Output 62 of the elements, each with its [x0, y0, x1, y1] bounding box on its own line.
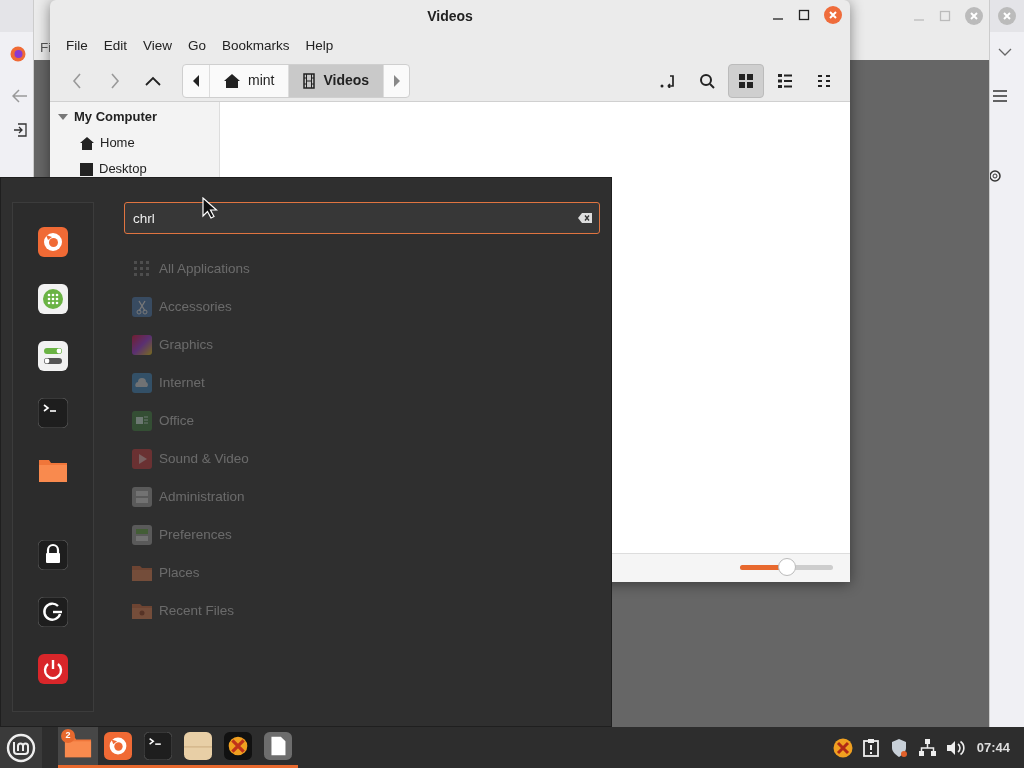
power-icon[interactable] [38, 654, 68, 684]
menu-item[interactable]: View [135, 35, 181, 57]
menu-item[interactable]: File [58, 35, 96, 57]
film-icon [303, 72, 316, 89]
x-circle-icon[interactable] [832, 737, 853, 758]
menu-icon[interactable] [993, 90, 1007, 102]
location-toggle-icon[interactable] [660, 73, 676, 88]
sign-in-icon[interactable] [13, 123, 27, 137]
count-badge: 2 [61, 729, 75, 743]
scissors-icon [132, 297, 152, 317]
toggles-icon [132, 525, 152, 545]
search-icon[interactable] [699, 72, 715, 89]
network-icon[interactable] [916, 737, 937, 758]
slider-thumb[interactable] [777, 558, 796, 576]
office-icon [132, 411, 152, 431]
sidebar-item[interactable]: Home [100, 133, 135, 153]
list-view-icon [777, 72, 793, 89]
chevron-down-icon[interactable] [998, 48, 1012, 57]
terminal-icon[interactable] [38, 398, 68, 428]
mint-logo-icon[interactable] [6, 732, 36, 763]
search-field[interactable]: chrl [124, 202, 600, 234]
up-icon[interactable] [145, 75, 161, 86]
play-icon [132, 449, 152, 469]
view-mode-button[interactable] [728, 63, 764, 98]
document-icon [264, 732, 292, 760]
maximize-icon[interactable] [798, 9, 810, 21]
grid-icon [132, 259, 152, 279]
menu-item[interactable]: Fi [40, 38, 52, 59]
palette-icon [132, 335, 152, 355]
grid-view-icon [738, 72, 754, 89]
cloud-icon [132, 373, 152, 393]
menu-item[interactable]: Bookmarks [214, 35, 298, 57]
home-icon [80, 136, 94, 150]
sidebar-item[interactable]: Desktop [99, 159, 147, 179]
home-icon [224, 73, 240, 88]
menu-item[interactable]: Edit [95, 35, 136, 57]
firefox-icon [10, 46, 26, 62]
software-manager-icon[interactable] [38, 284, 68, 314]
settings-icon[interactable] [38, 341, 68, 371]
menu-item[interactable]: Help [297, 35, 342, 57]
expanded-triangle-icon[interactable] [58, 112, 68, 122]
right-arrow-icon[interactable] [392, 74, 401, 87]
clock[interactable]: 07:44 [976, 737, 1010, 758]
left-arrow-icon[interactable] [192, 74, 200, 87]
firefox-icon[interactable] [38, 227, 68, 257]
clipboard-icon[interactable] [860, 737, 881, 758]
firefox-icon [104, 732, 132, 760]
clear-icon[interactable] [578, 213, 592, 223]
window-title: Videos [427, 6, 473, 26]
folder-icon [132, 563, 152, 583]
path-button[interactable]: Videos [288, 64, 384, 97]
menu-item[interactable]: Go [180, 35, 215, 57]
server-icon [132, 487, 152, 507]
close-icon[interactable] [824, 6, 842, 24]
terminal-icon [144, 732, 172, 760]
cursor-icon [202, 197, 218, 219]
notes-icon [184, 732, 212, 760]
sidebar-heading: My Computer [74, 108, 158, 127]
lock-icon[interactable] [38, 540, 68, 570]
compact-view-icon [816, 72, 832, 89]
logout-icon[interactable] [38, 597, 68, 627]
recent-folder-icon [132, 601, 152, 621]
